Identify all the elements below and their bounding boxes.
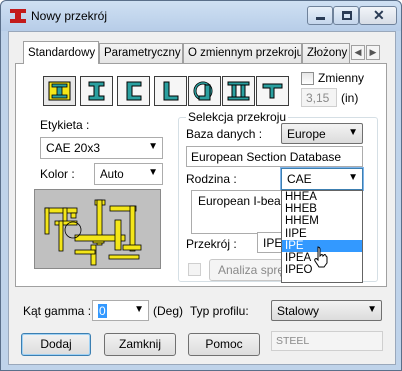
database-combo-value: Europe — [287, 127, 326, 141]
chevron-down-icon: ▼ — [348, 127, 358, 138]
profile-type-label: Typ profilu: — [190, 304, 249, 318]
maximize-icon — [342, 11, 352, 20]
database-combo[interactable]: Europe ▼ — [281, 123, 363, 144]
analysis-button[interactable]: Analiza spręż — [209, 259, 291, 281]
tab-scroll-left-button[interactable]: ◀ — [351, 45, 365, 60]
section-label: Przekrój : — [186, 237, 237, 251]
maximize-button[interactable] — [333, 6, 359, 25]
family-option[interactable]: IIPE — [282, 228, 362, 240]
section-preview-drawing — [44, 199, 142, 266]
section-type-button-2[interactable] — [80, 76, 113, 106]
section-selection-title: Selekcja przekroju — [186, 110, 289, 124]
i-beam-icon — [88, 81, 105, 101]
gamma-label: Kąt gamma : — [23, 304, 92, 318]
pointer-cursor-icon — [314, 246, 328, 268]
section-type-button-1[interactable] — [43, 76, 76, 106]
angle-icon — [163, 81, 179, 101]
minimize-button[interactable] — [307, 6, 333, 25]
tab-zlozony[interactable]: Złożony — [302, 43, 350, 64]
label-combo-value: CAE 20x3 — [46, 141, 101, 155]
color-combo-value: Auto — [100, 169, 124, 181]
family-option[interactable]: HHEM — [282, 215, 362, 227]
database-full-name-field[interactable]: European Section Database — [186, 146, 363, 167]
pipe-angle-icon — [193, 81, 213, 101]
family-combo[interactable]: CAE ▼ — [281, 168, 363, 190]
t-section-icon — [262, 83, 283, 99]
variable-value-field[interactable]: 3,15 — [301, 88, 337, 107]
family-combo-value: CAE — [287, 172, 312, 186]
gamma-combo-value: 0 — [98, 304, 107, 318]
color-combo[interactable]: Auto ▼ — [94, 163, 163, 185]
chevron-down-icon: ▼ — [148, 167, 158, 178]
tab-scroll-right-button[interactable]: ▶ — [366, 45, 380, 60]
close-button[interactable]: ✕ — [359, 6, 397, 25]
family-label: Rodzina : — [186, 172, 237, 186]
gamma-unit-label: (Deg) — [153, 304, 184, 318]
family-option[interactable]: HHEA — [282, 191, 362, 203]
chevron-down-icon: ▼ — [348, 172, 358, 183]
tab-o-zmiennym-przekroju[interactable]: O zmiennym przekroju — [183, 43, 302, 64]
analysis-checkbox[interactable] — [188, 263, 201, 276]
gamma-combo[interactable]: 0 ▼ — [92, 300, 149, 321]
section-type-button-3[interactable] — [117, 76, 150, 106]
app-beam-icon — [10, 9, 26, 23]
family-option[interactable]: HHEB — [282, 203, 362, 215]
variable-unit-label: (in) — [341, 91, 359, 105]
arrow-right-icon: ▶ — [369, 47, 377, 57]
chevron-down-icon: ▼ — [367, 304, 377, 315]
variable-label: Zmienny — [318, 71, 365, 85]
arrow-left-icon: ◀ — [354, 47, 362, 57]
label-field-label: Etykieta : — [40, 118, 90, 132]
chevron-down-icon: ▼ — [148, 141, 158, 152]
double-i-icon — [227, 81, 250, 101]
section-combo-value: IPE — [263, 236, 283, 250]
tab-parametryczny[interactable]: Parametryczny — [99, 43, 183, 64]
title-bar[interactable]: Nowy przekrój ✕ — [1, 1, 401, 31]
profile-type-combo[interactable]: Stalowy ▼ — [271, 300, 382, 321]
tab-standardowy[interactable]: Standardowy — [23, 41, 99, 64]
i-section-combined-icon — [48, 81, 71, 101]
section-preview — [34, 189, 161, 269]
window-title: Nowy przekrój — [31, 9, 108, 23]
chevron-down-icon: ▼ — [134, 304, 144, 315]
section-type-button-6[interactable] — [222, 76, 255, 106]
color-label: Kolor : — [40, 167, 75, 181]
close-icon: ✕ — [373, 7, 385, 23]
add-button[interactable]: Dodaj — [21, 333, 91, 356]
help-button[interactable]: Pomoc — [188, 333, 260, 356]
section-type-button-5[interactable] — [188, 76, 221, 106]
section-type-button-7[interactable] — [256, 76, 289, 106]
section-type-button-4[interactable] — [154, 76, 187, 106]
database-label: Baza danych : — [186, 127, 263, 141]
variable-checkbox[interactable] — [301, 72, 314, 85]
minimize-icon — [316, 17, 325, 20]
profile-type-value: Stalowy — [277, 304, 320, 318]
channel-icon — [126, 81, 142, 101]
family-dropdown-list[interactable]: HHEA HHEB HHEM IIPE IPE IPEA IPEO — [281, 190, 363, 283]
label-combo[interactable]: CAE 20x3 ▼ — [40, 137, 163, 159]
close-dialog-button[interactable]: Zamknij — [104, 333, 176, 356]
material-field: STEEL — [271, 331, 383, 351]
